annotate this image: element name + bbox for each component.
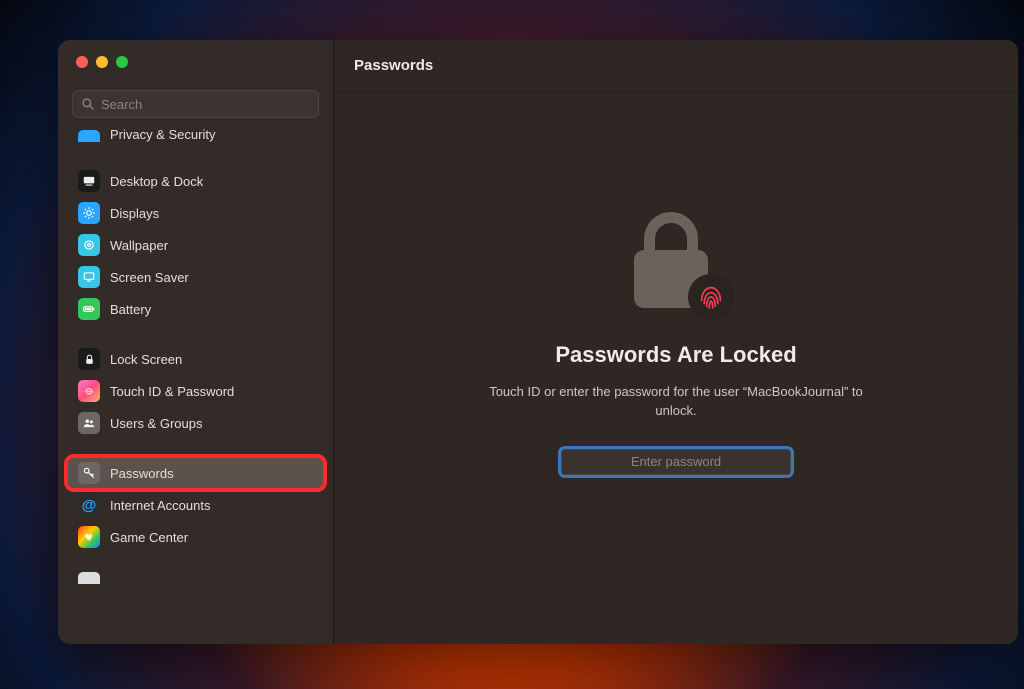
- key-icon: [78, 462, 100, 484]
- sidebar-item-label: Battery: [110, 302, 151, 317]
- sidebar-item-label: Lock Screen: [110, 352, 182, 367]
- unlock-password-input[interactable]: [561, 449, 791, 475]
- search-container: [58, 84, 333, 126]
- sidebar-item-passwords[interactable]: Passwords: [68, 458, 323, 488]
- locked-title: Passwords Are Locked: [555, 342, 796, 368]
- sidebar-item-privacy-security[interactable]: Privacy & Security: [68, 128, 323, 142]
- sidebar-item-wallpaper[interactable]: Wallpaper: [68, 230, 323, 260]
- sidebar-item-label: Users & Groups: [110, 416, 202, 431]
- sidebar-item-users-groups[interactable]: Users & Groups: [68, 408, 323, 438]
- sidebar-item-game-center[interactable]: Game Center: [68, 522, 323, 552]
- at-sign-icon: @: [78, 494, 100, 516]
- sidebar-item-touch-id-password[interactable]: Touch ID & Password: [68, 376, 323, 406]
- hand-icon: [78, 130, 100, 142]
- search-field[interactable]: [72, 90, 319, 118]
- sidebar-item-label: Wallpaper: [110, 238, 168, 253]
- locked-subtitle: Touch ID or enter the password for the u…: [476, 382, 876, 421]
- zoom-window-button[interactable]: [116, 56, 128, 68]
- sidebar-item-displays[interactable]: Displays: [68, 198, 323, 228]
- main-header: Passwords: [334, 40, 1018, 92]
- window-controls: [58, 40, 333, 84]
- search-icon: [81, 97, 95, 111]
- locked-view: Passwords Are Locked Touch ID or enter t…: [334, 92, 1018, 644]
- lock-illustration: [616, 202, 736, 322]
- close-window-button[interactable]: [76, 56, 88, 68]
- page-title: Passwords: [354, 57, 433, 74]
- sidebar-item-label: Passwords: [110, 466, 174, 481]
- search-input[interactable]: [101, 97, 310, 112]
- sidebar-item-label: Displays: [110, 206, 159, 221]
- sidebar-item-label: Game Center: [110, 530, 188, 545]
- lock-screen-icon: [78, 348, 100, 370]
- sidebar-item-lock-screen[interactable]: Lock Screen: [68, 344, 323, 374]
- wallpaper-icon: [78, 234, 100, 256]
- sidebar-item-cutoff[interactable]: [68, 572, 323, 584]
- sidebar-item-label: Touch ID & Password: [110, 384, 234, 399]
- sidebar-item-label: Desktop & Dock: [110, 174, 203, 189]
- desktop-dock-icon: [78, 170, 100, 192]
- system-settings-window: Privacy & Security Desktop & Dock Displa…: [58, 40, 1018, 644]
- sidebar-item-internet-accounts[interactable]: @ Internet Accounts: [68, 490, 323, 520]
- battery-icon: [78, 298, 100, 320]
- main-panel: Passwords Passwords Are Locked Touch ID …: [334, 40, 1018, 644]
- display-icon: [78, 202, 100, 224]
- touch-id-icon: [78, 380, 100, 402]
- minimize-window-button[interactable]: [96, 56, 108, 68]
- fingerprint-icon: [688, 274, 734, 320]
- sidebar-item-label: Internet Accounts: [110, 498, 210, 513]
- users-icon: [78, 412, 100, 434]
- sidebar-item-battery[interactable]: Battery: [68, 294, 323, 324]
- sidebar-item-desktop-dock[interactable]: Desktop & Dock: [68, 166, 323, 196]
- screen-saver-icon: [78, 266, 100, 288]
- sidebar-item-label: Screen Saver: [110, 270, 189, 285]
- sidebar-item-screen-saver[interactable]: Screen Saver: [68, 262, 323, 292]
- sidebar-list[interactable]: Privacy & Security Desktop & Dock Displa…: [58, 126, 333, 644]
- sidebar-item-label: Privacy & Security: [110, 128, 215, 142]
- sidebar: Privacy & Security Desktop & Dock Displa…: [58, 40, 334, 644]
- game-center-icon: [78, 526, 100, 548]
